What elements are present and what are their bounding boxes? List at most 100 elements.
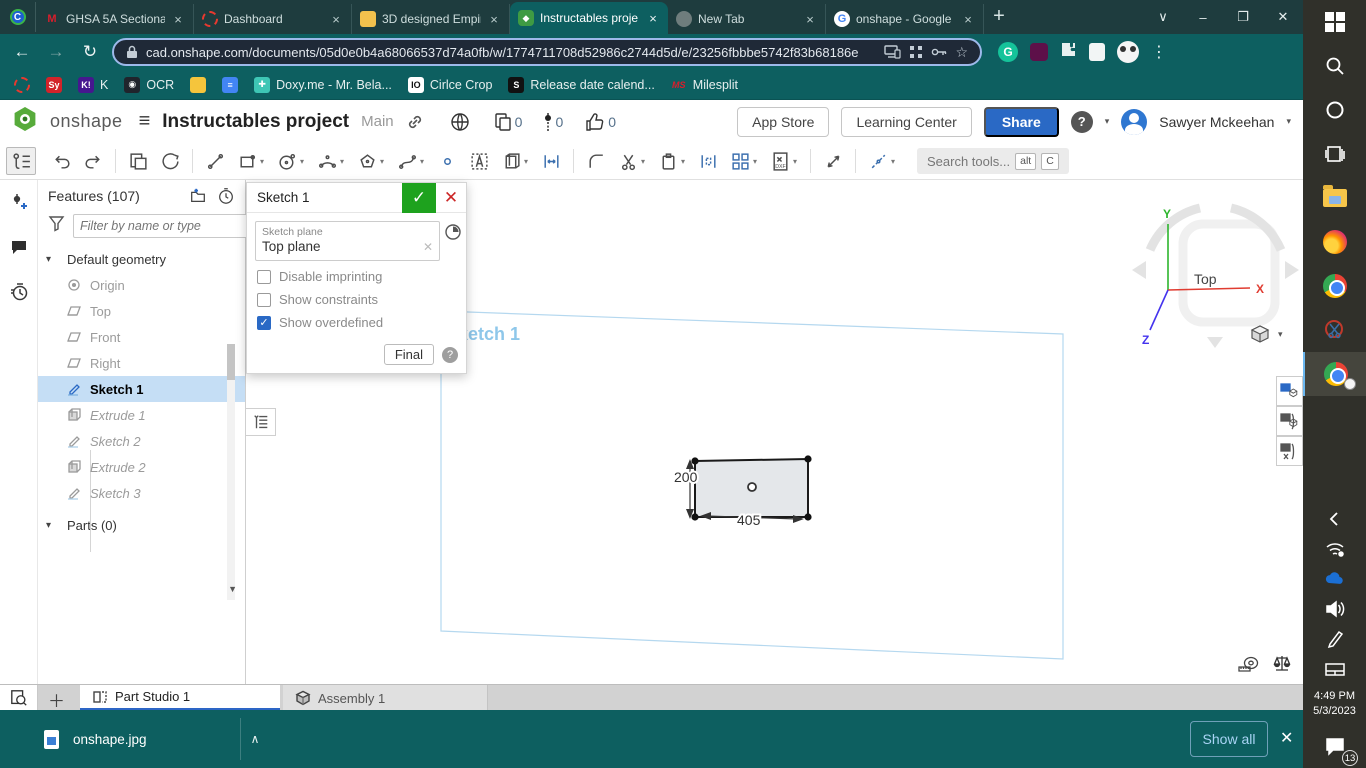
toolbar-search[interactable]: Search tools... alt C [917, 148, 1069, 174]
named-views-button[interactable] [1276, 376, 1303, 406]
tab-close-icon[interactable]: × [961, 12, 975, 27]
address-bar[interactable]: cad.onshape.com/documents/05d0e0b4a68066… [112, 38, 982, 66]
forward-button[interactable]: → [44, 42, 68, 62]
transform-dropdown-icon[interactable]: ▾ [681, 157, 691, 166]
help-button[interactable]: ? [1071, 111, 1093, 133]
dimension-button[interactable] [536, 147, 566, 175]
bookmark-release-date[interactable]: SRelease date calend... [508, 77, 654, 93]
text-tool-button[interactable] [464, 147, 494, 175]
circle-dropdown-icon[interactable]: ▾ [300, 157, 310, 166]
polygon-dropdown-icon[interactable]: ▾ [380, 157, 390, 166]
bookmark-circle-crop[interactable]: IOCirlce Crop [408, 77, 493, 93]
insert-image-button[interactable] [123, 147, 153, 175]
sketch-plane-field[interactable]: Sketch plane Top plane ✕ [255, 221, 440, 261]
trim-button[interactable] [613, 147, 643, 175]
option-show-constraints[interactable]: Show constraints [247, 284, 466, 307]
polygon-tool-button[interactable] [352, 147, 382, 175]
onedrive-icon[interactable] [1303, 564, 1366, 594]
learning-center-button[interactable]: Learning Center [841, 107, 971, 137]
undo-button[interactable] [46, 147, 76, 175]
download-item[interactable]: onshape.jpg ∧ [44, 720, 259, 758]
chrome-active-window-icon[interactable] [1303, 352, 1366, 396]
file-explorer-icon[interactable] [1303, 176, 1366, 220]
public-globe-icon[interactable] [450, 112, 470, 132]
extensions-puzzle-icon[interactable] [1060, 41, 1077, 63]
download-bar-close-icon[interactable]: ✕ [1280, 728, 1293, 748]
tab-close-icon[interactable]: × [487, 12, 501, 27]
use-project-button[interactable] [496, 147, 526, 175]
dxf-dropdown-icon[interactable]: ▾ [793, 157, 803, 166]
tab-ghsa[interactable]: M GHSA 5A Sectional × [36, 4, 194, 34]
taskbar-clock[interactable]: 4:49 PM 5/3/2023 [1303, 684, 1366, 724]
maximize-button[interactable]: ❐ [1223, 9, 1263, 25]
app-store-button[interactable]: App Store [737, 107, 829, 137]
bookmark-doxy[interactable]: ✚Doxy.me - Mr. Bela... [254, 77, 392, 93]
help-caret-icon[interactable]: ▾ [1105, 116, 1110, 127]
tab-close-icon[interactable]: × [646, 11, 660, 26]
revolve-button[interactable] [155, 147, 185, 175]
construction-button[interactable] [863, 147, 893, 175]
bookmark-blue-doc[interactable]: ≡ [222, 77, 238, 93]
send-to-device-icon[interactable] [884, 45, 901, 59]
use-dropdown-icon[interactable]: ▾ [524, 157, 534, 166]
tab-search-chevron-icon[interactable]: ∨ [1143, 9, 1183, 25]
canvas[interactable]: Sketch 1 200 405 [0, 180, 1303, 684]
tab-close-icon[interactable]: × [171, 12, 185, 27]
bookmark-yellow[interactable] [190, 77, 206, 93]
tab-3d-designed[interactable]: 3D designed Empir × [352, 4, 510, 34]
qr-grid-icon[interactable] [909, 45, 923, 59]
view-options-button[interactable]: ▾ [1250, 324, 1283, 344]
reload-button[interactable]: ↻ [78, 42, 102, 62]
action-center-icon[interactable]: 13 [1303, 724, 1366, 768]
tray-expand-chevron-icon[interactable] [1303, 504, 1366, 534]
bookmark-milesplit[interactable]: MSMilesplit [671, 77, 738, 93]
trim-dropdown-icon[interactable]: ▾ [641, 157, 651, 166]
view-options-caret-icon[interactable]: ▾ [1278, 329, 1283, 340]
tab-instructables-active[interactable]: ◆ Instructables proje × [510, 2, 668, 34]
copies-counter[interactable]: 0 [494, 112, 523, 132]
wifi-icon[interactable] [1303, 534, 1366, 564]
bookmark-dashed-circle[interactable] [14, 77, 30, 93]
confirm-check-button[interactable]: ✓ [402, 183, 436, 213]
mirror-button[interactable] [693, 147, 723, 175]
bookmark-kahoot[interactable]: K!K [78, 77, 108, 93]
task-view-icon[interactable] [1303, 132, 1366, 176]
redo-button[interactable] [78, 147, 108, 175]
new-tab-button[interactable]: + [984, 5, 1014, 28]
chrome-icon[interactable] [1303, 264, 1366, 308]
user-avatar[interactable] [1121, 109, 1147, 135]
display-states-button[interactable] [1276, 406, 1303, 436]
rectangle-dropdown-icon[interactable]: ▾ [260, 157, 270, 166]
rectangle-tool-button[interactable] [232, 147, 262, 175]
tab-google-search[interactable]: G onshape - Google S × [826, 4, 984, 34]
fillet-button[interactable] [581, 147, 611, 175]
versions-counter[interactable]: 0 [544, 112, 563, 132]
bookmark-star-icon[interactable]: ☆ [955, 44, 968, 61]
share-link-icon[interactable] [406, 113, 424, 131]
add-studio-tab-button[interactable]: ＋ [48, 687, 65, 712]
touch-keyboard-icon[interactable] [1303, 654, 1366, 684]
side-panel-icon[interactable] [1089, 43, 1105, 61]
workspace-name[interactable]: Main [361, 113, 394, 130]
pen-icon[interactable] [1303, 624, 1366, 654]
tab-search-button[interactable] [0, 685, 38, 711]
measure-button[interactable] [818, 147, 848, 175]
pinned-tab[interactable]: C [0, 2, 36, 32]
bookmark-sy[interactable]: Sy [46, 77, 62, 93]
snipping-tool-icon[interactable] [1303, 308, 1366, 352]
export-dxf-button[interactable]: DXF [765, 147, 795, 175]
tab-close-icon[interactable]: × [803, 12, 817, 27]
clear-selection-icon[interactable]: ✕ [423, 240, 433, 254]
measure-tool-icon[interactable] [1238, 656, 1260, 679]
password-key-icon[interactable] [931, 46, 947, 58]
show-all-button[interactable]: Show all [1190, 721, 1268, 757]
option-disable-imprinting[interactable]: Disable imprinting [247, 261, 466, 284]
app-menu-icon[interactable]: ≡ [139, 110, 151, 133]
user-name[interactable]: Sawyer Mckeehan [1159, 114, 1274, 130]
bookmark-ocr[interactable]: ◉OCR [124, 77, 174, 93]
profile-avatar-icon[interactable] [1117, 41, 1139, 63]
transform-button[interactable] [653, 147, 683, 175]
checkbox-icon[interactable] [257, 270, 271, 284]
dialog-help-icon[interactable]: ? [442, 347, 458, 363]
start-button[interactable] [1303, 0, 1366, 44]
